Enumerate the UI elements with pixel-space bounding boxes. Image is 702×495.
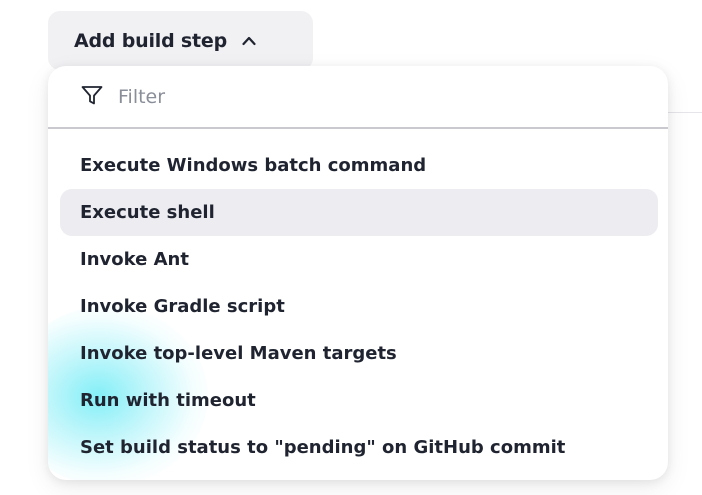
menu-item-label: Run with timeout [80, 390, 256, 411]
build-step-menu: Execute Windows batch command Execute sh… [60, 142, 658, 471]
filter-row [48, 66, 668, 129]
menu-item-label: Set build status to "pending" on GitHub … [80, 437, 566, 458]
menu-item-invoke-maven-targets[interactable]: Invoke top-level Maven targets [60, 330, 658, 377]
add-build-step-button[interactable]: Add build step [48, 11, 313, 70]
filter-input[interactable] [118, 85, 518, 108]
page-divider [668, 112, 702, 113]
menu-item-label: Invoke Ant [80, 249, 189, 270]
build-step-dropdown: Execute Windows batch command Execute sh… [48, 66, 668, 480]
filter-icon [80, 83, 104, 111]
add-build-step-label: Add build step [74, 29, 227, 52]
menu-item-label: Execute Windows batch command [80, 155, 427, 176]
menu-item-label: Invoke Gradle script [80, 296, 285, 317]
chevron-up-icon [240, 32, 258, 50]
menu-item-execute-windows-batch-command[interactable]: Execute Windows batch command [60, 142, 658, 189]
menu-item-set-build-status-pending[interactable]: Set build status to "pending" on GitHub … [60, 424, 658, 471]
menu-item-execute-shell[interactable]: Execute shell [60, 189, 658, 236]
menu-item-invoke-gradle-script[interactable]: Invoke Gradle script [60, 283, 658, 330]
menu-item-run-with-timeout[interactable]: Run with timeout [60, 377, 658, 424]
menu-item-invoke-ant[interactable]: Invoke Ant [60, 236, 658, 283]
menu-item-label: Invoke top-level Maven targets [80, 343, 397, 364]
menu-item-label: Execute shell [80, 202, 215, 223]
